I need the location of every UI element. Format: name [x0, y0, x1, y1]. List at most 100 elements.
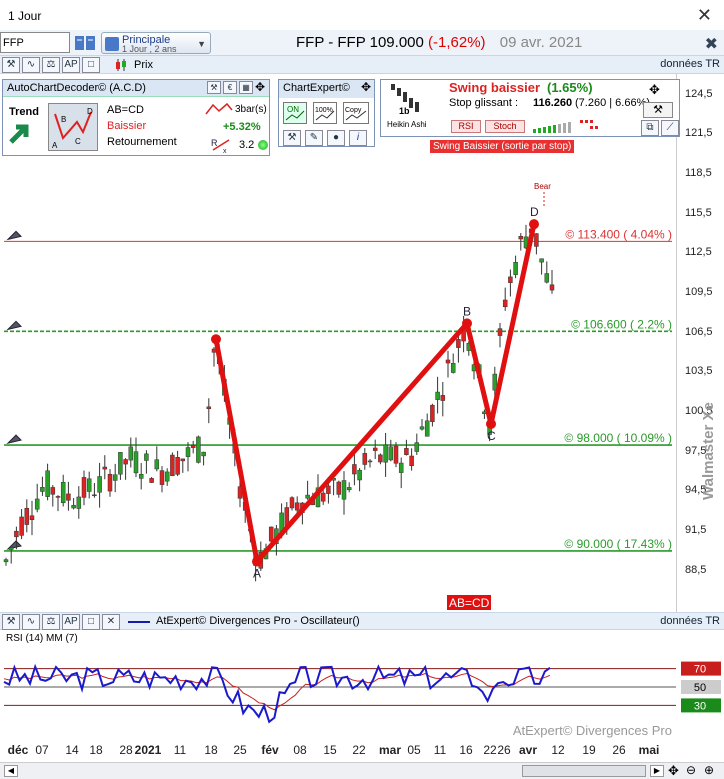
candle[interactable]	[8, 546, 14, 564]
scale-icon[interactable]: ⚖	[42, 614, 60, 630]
candle[interactable]	[211, 347, 217, 367]
candle[interactable]	[534, 233, 539, 255]
candle[interactable]	[190, 440, 196, 454]
candle[interactable]	[154, 446, 160, 472]
candle[interactable]	[107, 469, 113, 497]
candle[interactable]	[159, 466, 165, 493]
candle[interactable]	[3, 557, 9, 566]
oscillator-chart[interactable]: RSI (14) MM (7) 70 50 30 AtExpert© Divergenc…	[0, 631, 724, 739]
candle[interactable]	[419, 418, 425, 431]
rsi-button[interactable]: RSI	[451, 120, 481, 133]
percent-icon[interactable]: 100%	[313, 102, 337, 124]
candle[interactable]	[128, 437, 134, 468]
indicator-icon[interactable]: ∿	[22, 614, 40, 630]
candle[interactable]	[201, 451, 206, 466]
candle[interactable]	[112, 463, 118, 493]
candle[interactable]	[456, 334, 461, 363]
pattern-point[interactable]	[462, 318, 472, 329]
candle[interactable]	[185, 442, 191, 472]
candle[interactable]	[424, 413, 430, 437]
pattern-point[interactable]	[486, 418, 496, 429]
candle[interactable]	[409, 448, 414, 471]
zoom-in-icon[interactable]: ⊕	[704, 763, 714, 777]
candle[interactable]	[544, 261, 550, 284]
candle[interactable]	[388, 439, 394, 462]
zoom-out-icon[interactable]: ⊖	[686, 763, 696, 777]
candle[interactable]	[19, 509, 24, 540]
candle[interactable]	[352, 451, 357, 486]
candle[interactable]	[206, 398, 212, 424]
candle[interactable]	[81, 470, 87, 506]
candle[interactable]	[450, 353, 456, 374]
book-icon[interactable]	[74, 34, 96, 52]
move-icon[interactable]: ✥	[361, 80, 371, 94]
candle[interactable]	[513, 255, 518, 279]
bell-icon[interactable]	[6, 320, 22, 331]
close-icon[interactable]: ✕	[697, 5, 712, 26]
abcd-pattern-line[interactable]	[213, 223, 537, 565]
candle[interactable]	[123, 458, 128, 480]
chart-view-icon[interactable]: ⧉	[641, 120, 659, 136]
candle[interactable]	[445, 350, 451, 378]
move-icon[interactable]: ✥	[668, 763, 679, 779]
candle[interactable]	[305, 480, 310, 500]
candle[interactable]	[539, 258, 544, 275]
candle[interactable]	[502, 287, 508, 311]
candle[interactable]	[60, 474, 66, 507]
horizontal-scrollbar[interactable]: ◀ ▶ ✥ ⊖ ⊕	[0, 762, 724, 779]
candle[interactable]	[357, 468, 362, 492]
window-icon[interactable]: □	[82, 57, 100, 73]
scroll-left-icon[interactable]: ◀	[4, 765, 18, 777]
pattern-thumbnail[interactable]: A B C D	[48, 103, 98, 151]
candle[interactable]	[170, 452, 175, 477]
candle[interactable]	[76, 486, 82, 519]
move-icon[interactable]: ✥	[649, 82, 660, 98]
candle[interactable]	[508, 269, 513, 297]
bell-icon[interactable]	[6, 434, 22, 444]
candle[interactable]	[341, 471, 347, 515]
candle[interactable]	[362, 448, 368, 470]
candle[interactable]	[66, 481, 71, 511]
candle[interactable]	[29, 500, 35, 536]
candle[interactable]	[430, 403, 435, 427]
move-icon[interactable]: ✥	[255, 80, 265, 94]
candle[interactable]	[149, 477, 154, 483]
grid-icon[interactable]: ▦	[239, 81, 253, 94]
candle[interactable]	[393, 442, 399, 468]
tools-icon[interactable]: ✖	[705, 34, 718, 54]
candle[interactable]	[289, 496, 295, 511]
candle[interactable]	[367, 458, 373, 468]
info-icon[interactable]: i	[349, 130, 367, 146]
candle[interactable]	[50, 484, 56, 507]
candle[interactable]	[45, 463, 50, 501]
candle[interactable]	[55, 495, 61, 512]
candle[interactable]	[549, 270, 555, 294]
pattern-point[interactable]	[252, 556, 262, 567]
pattern-point[interactable]	[529, 219, 539, 230]
candle[interactable]	[92, 482, 97, 498]
scroll-thumb[interactable]	[522, 765, 646, 777]
on-icon[interactable]: ON	[283, 102, 307, 124]
candle[interactable]	[102, 455, 108, 480]
candle[interactable]	[336, 480, 342, 498]
candle[interactable]	[398, 457, 404, 489]
candle[interactable]	[372, 439, 378, 459]
candle[interactable]	[497, 322, 503, 348]
candle[interactable]	[86, 471, 92, 499]
candle[interactable]	[440, 381, 446, 417]
bell-icon[interactable]	[6, 230, 22, 241]
scroll-right-icon[interactable]: ▶	[650, 765, 664, 777]
pattern-point[interactable]	[211, 334, 221, 345]
euro-icon[interactable]: €	[223, 81, 237, 94]
candle[interactable]	[175, 450, 180, 477]
tools-icon[interactable]: ⚒	[207, 81, 221, 94]
candle[interactable]	[24, 499, 30, 533]
candle[interactable]	[414, 433, 420, 455]
candle[interactable]	[71, 498, 76, 510]
candle[interactable]	[383, 432, 388, 477]
chart-trend-icon[interactable]: ⟋	[661, 120, 679, 136]
palette-icon[interactable]: ●	[327, 130, 345, 146]
stoch-button[interactable]: Stoch	[485, 120, 525, 133]
close-icon[interactable]: ✕	[102, 614, 120, 630]
pen-icon[interactable]: ✎	[305, 130, 323, 146]
